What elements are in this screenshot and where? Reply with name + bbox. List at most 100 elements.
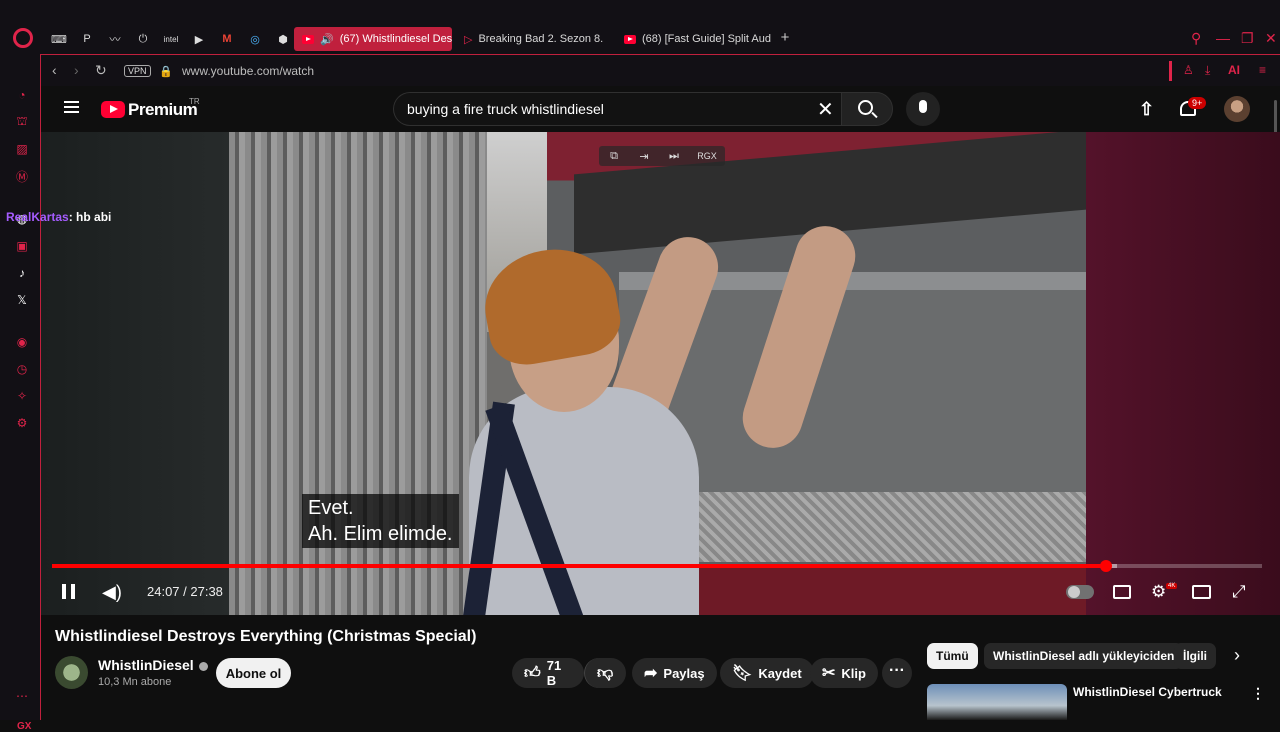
like-button[interactable]: 👍︎ 71 B xyxy=(512,658,584,688)
ambient-glow-right xyxy=(1086,132,1280,615)
upload-icon[interactable]: ⇧ xyxy=(1139,99,1154,120)
aria-ai-button[interactable]: AI xyxy=(1228,63,1240,77)
profile-icon[interactable]: ♙ xyxy=(1183,63,1194,77)
dislike-button[interactable]: 👎︎ xyxy=(584,658,626,688)
restore-button[interactable]: ❐ xyxy=(1241,30,1254,47)
toolbar-divider xyxy=(1169,61,1172,81)
volume-icon[interactable]: ◀) xyxy=(102,582,122,603)
tab-breaking-bad[interactable]: ▷ Breaking Bad 2. Sezon 8. B xyxy=(456,27,606,51)
intel-icon[interactable]: intel xyxy=(160,30,182,48)
autoplay-toggle[interactable] xyxy=(1066,585,1094,599)
player-circle-icon[interactable]: ◉ xyxy=(14,334,30,350)
more-icon[interactable]: ⋯ xyxy=(14,688,30,704)
chat-text: : hb abi xyxy=(68,210,112,224)
more-actions-button[interactable]: ··· xyxy=(882,658,912,688)
account-avatar[interactable] xyxy=(1224,96,1250,122)
youtube-favicon-icon xyxy=(302,34,314,44)
caption-line: Ah. Elim elimde. xyxy=(308,523,453,545)
new-tab-button[interactable]: + xyxy=(777,30,793,46)
player-icon[interactable]: Ⓜ xyxy=(14,168,30,184)
hot-tabs-icon[interactable]: ▨ xyxy=(14,141,30,157)
fullscreen-icon[interactable]: ⤢ xyxy=(1232,582,1246,602)
play-icon[interactable]: ▶ xyxy=(188,30,210,48)
search-icon[interactable] xyxy=(858,100,873,115)
reload-icon[interactable]: ↻ xyxy=(95,62,107,79)
search-input[interactable]: buying a fire truck whistlindiesel xyxy=(407,101,604,117)
close-button[interactable]: ✕ xyxy=(1265,30,1277,47)
url-field[interactable]: www.youtube.com/watch xyxy=(182,64,314,78)
progress-bar[interactable] xyxy=(52,560,1262,572)
recommendation-title[interactable]: WhistlinDiesel Cybertruck xyxy=(1073,685,1222,699)
chevron-right-icon[interactable]: › xyxy=(1234,645,1240,666)
recommendation-menu-icon[interactable]: ⋮ xyxy=(1251,685,1265,702)
skip-icon[interactable]: ⏭ xyxy=(659,146,689,166)
youtube-favicon-icon xyxy=(624,34,636,44)
channel-name-text[interactable]: WhistlinDiesel xyxy=(98,657,194,673)
play-favicon-icon: ▷ xyxy=(464,33,473,46)
download-icon[interactable]: ⤓ xyxy=(1205,63,1210,78)
subtitles-icon[interactable] xyxy=(1113,585,1131,599)
gx-corner-icon[interactable]: ⛫ xyxy=(14,114,30,130)
history-icon[interactable]: ◷ xyxy=(14,361,30,377)
notification-badge: 9+ xyxy=(1188,97,1207,109)
tab-bar: ⌨ P 〰 ⏻ intel ▶ M ◎ ⬢ 🔊 (67) Whistlindie… xyxy=(0,0,1280,56)
tiktok-icon[interactable]: ♪ xyxy=(14,265,30,281)
search-tabs-icon[interactable]: ⚲ xyxy=(1191,30,1201,47)
rgx-label[interactable]: RGX xyxy=(689,146,725,166)
forward-icon[interactable]: › xyxy=(74,62,79,78)
opera-gx-logo-icon[interactable] xyxy=(13,28,33,48)
chip-all[interactable]: Tümü xyxy=(927,643,978,669)
x-icon[interactable]: 𝕏 xyxy=(14,292,30,308)
chrome-icon[interactable]: ◎ xyxy=(244,30,266,48)
subtitle-caption: Evet. Ah. Elim elimde. xyxy=(302,494,459,548)
vpn-badge[interactable]: VPN xyxy=(124,65,151,77)
video-player[interactable] xyxy=(41,132,1280,615)
controller-icon[interactable]: ⌨ xyxy=(48,30,70,48)
speaker-icon[interactable]: 🔊 xyxy=(320,33,334,46)
channel-avatar[interactable] xyxy=(55,656,88,689)
extensions-icon[interactable]: ✧ xyxy=(14,388,30,404)
save-button[interactable]: 🔖︎ Kaydet xyxy=(720,658,814,688)
lock-icon[interactable]: 🔒 xyxy=(159,65,173,78)
power-icon[interactable]: ⏻ xyxy=(132,30,154,48)
chatgpt-icon[interactable]: ⬢ xyxy=(272,30,294,48)
theater-mode-icon[interactable] xyxy=(1192,585,1211,599)
youtube-logo-icon[interactable] xyxy=(101,101,125,118)
scrubber-handle[interactable] xyxy=(1099,560,1112,572)
gx-control-icon[interactable]: ◔ xyxy=(14,87,30,103)
chat-overlay-message: RealKartas: hb abi xyxy=(6,210,111,224)
clip-button[interactable]: ✂ Klip xyxy=(810,658,878,688)
chip-from-uploader[interactable]: WhistlinDiesel adlı yükleyiciden xyxy=(984,643,1184,669)
tab-fast-guide[interactable]: (68) [Fast Guide] Split Aud xyxy=(616,27,772,51)
paypal-icon[interactable]: P xyxy=(76,30,98,48)
video-title: Whistlindiesel Destroys Everything (Chri… xyxy=(55,628,477,645)
like-count: 71 B xyxy=(546,658,562,688)
popout-icon[interactable]: ⧉ xyxy=(599,146,629,166)
channel-name[interactable]: WhistlinDiesel xyxy=(98,657,208,673)
minimize-button[interactable]: — xyxy=(1216,30,1230,46)
menu-icon[interactable] xyxy=(64,101,79,113)
microphone-icon[interactable] xyxy=(919,100,927,113)
easy-setup-icon[interactable]: ≡ xyxy=(1259,63,1266,77)
gmail-icon[interactable]: M xyxy=(216,30,238,48)
clear-search-icon[interactable]: ✕ xyxy=(817,97,834,122)
played-bar xyxy=(52,564,1106,568)
back-icon[interactable]: ‹ xyxy=(52,62,57,78)
time-display: 24:07 / 27:38 xyxy=(147,584,223,599)
share-button[interactable]: ➦ Paylaş xyxy=(632,658,717,688)
pulse-icon[interactable]: 〰 xyxy=(104,30,126,48)
recommendation-thumbnail[interactable] xyxy=(927,684,1067,720)
subscriber-count: 10,3 Mn abone xyxy=(98,676,172,688)
tab-whistlindiesel[interactable]: 🔊 (67) Whistlindiesel Des xyxy=(294,27,452,51)
youtube-premium-label[interactable]: Premium xyxy=(128,100,198,120)
instagram-icon[interactable]: ▣ xyxy=(14,238,30,254)
exit-icon[interactable]: ⇥ xyxy=(629,146,659,166)
pause-button[interactable] xyxy=(62,584,75,599)
chip-related[interactable]: İlgili xyxy=(1174,643,1216,669)
bookmark-icon: 🔖︎ xyxy=(732,665,753,682)
ai-label: AI xyxy=(1228,63,1240,77)
settings-gear-icon[interactable]: ⚙ xyxy=(1151,582,1166,602)
subscribe-button[interactable]: Abone ol xyxy=(216,658,291,688)
gx-sidebar: ◔ ⛫ ▨ Ⓜ ◍ ▣ ♪ 𝕏 ◉ ◷ ✧ ⚙ GX ⋯ xyxy=(0,56,40,732)
settings-icon[interactable]: ⚙ xyxy=(14,415,30,431)
